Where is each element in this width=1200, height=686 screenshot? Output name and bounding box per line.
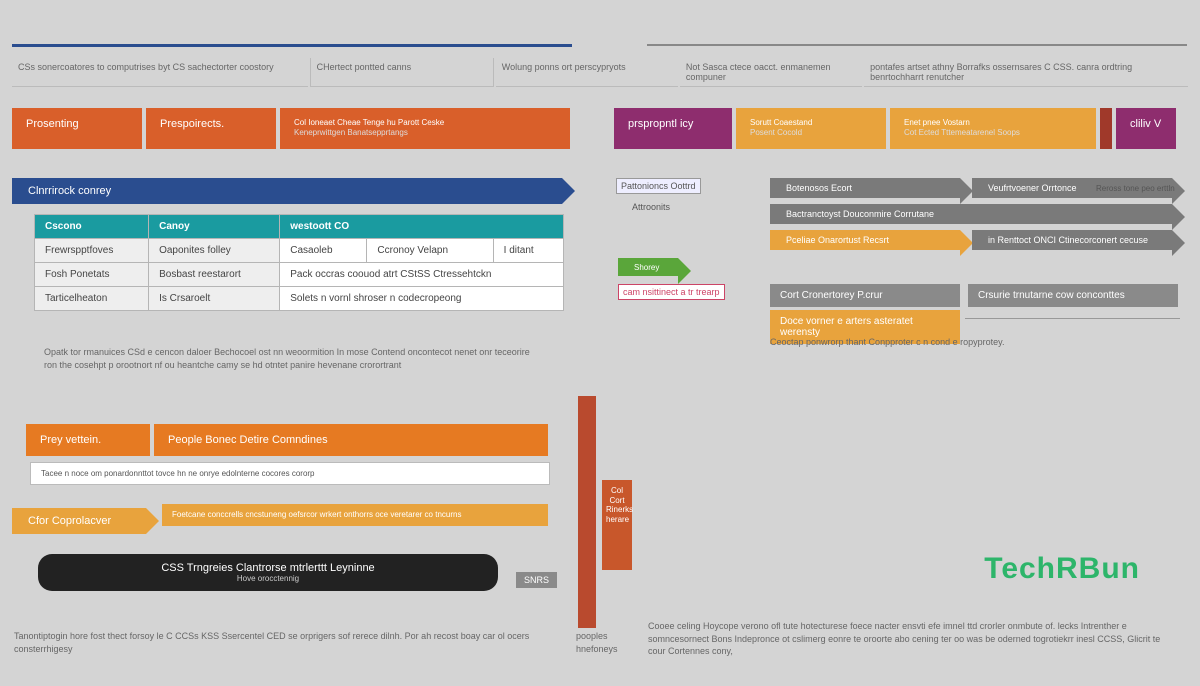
row1-b4: prspropntl icy [614,108,732,149]
top-rule-left [12,44,572,47]
ra1: Botenosos Ecort [770,178,960,198]
row1-b6: Enet pnee Vostarn Cot Ected Tttemeataren… [890,108,1096,149]
oa2a: Cfor Coprolacver [12,508,146,534]
ra2-l: Bactranctoyst Douconmire Corrutane [786,209,934,219]
row1-b6-t: Enet pnee Vostarn [904,118,970,127]
row1-b2: Prespoirects. [146,108,276,149]
row1-b5-s: Posent Cocold [750,128,872,138]
stub-s2: Attroonits [628,200,674,214]
vert-red-divider [578,396,596,628]
thin-col: Col Cort Rinerks herare [602,480,632,570]
row1-spacer [1100,108,1112,149]
th3: westoott CO [280,215,564,239]
black-bar-main: CSS Trngreies Clantrorse mtrlerttt Leyni… [161,562,374,574]
orange-row: Prey vettein. People Bonec Detire Comndi… [26,424,548,456]
side-label: Reross tone peo erttln [1092,182,1192,195]
ra3b: in Renttoct ONCI Ctinecorconert cecuse [972,230,1172,250]
row1-b3: Col Ioneaet Cheae Tenge hu Parott Ceske … [280,108,570,149]
main-arrow-label: Clnrrirock conrey [28,185,111,197]
logo-text: TechRBun [984,552,1140,585]
main-table: Cscono Canoy westoott CO Frewrspptfoves … [34,214,564,311]
r1c5: I ditant [493,239,563,263]
bottom-mid: pooples hnefoneys [576,630,636,655]
row1-b3-s: Keneprwittgen Banatsepprtangs [294,128,556,138]
row1-b1: Prosenting [12,108,142,149]
ra-g1: Shorey [618,258,678,276]
rb1: Cort Cronertorey P.crur [770,284,960,307]
ra1-l: Botenosos Ecort [786,183,852,193]
r1c2: Oaponites folley [149,239,280,263]
stub-s1: Pattonioncs Oottrd [616,178,701,194]
row1-b5: Sorutt Coaestand Posent Cocold [736,108,886,149]
main-arrow: Clnrrirock conrey [12,178,562,204]
ra1b-l: Veufrtvoener Orrtonce [988,183,1077,193]
ra3: Pceliae Onarortust Recsrt [770,230,960,250]
logo: TechRBun [984,552,1140,586]
r3c2: Is Crsaroelt [149,287,280,311]
hdr-c5: pontafes artset athny Borrafks ossernsar… [864,58,1188,87]
row1-b7: cliliv V [1116,108,1176,149]
thin-box: Tacee n noce om ponardonnttot tovce hn n… [30,462,550,485]
r2c2: Bosbast reestarort [149,263,280,287]
hdr-c4: Not Sasca ctece oacct. enmanemen compune… [680,58,862,87]
r1c4: Ccronoy Velapn [367,239,493,263]
row1-b6-s: Cot Ected Tttemeatarenel Soops [904,128,1082,138]
r2c3: Pack occras coouod atrt CStSS Ctressehtc… [280,263,564,287]
hdr-c3: Wolung ponns ort perscypryots [496,58,678,87]
oa2a-l: Cfor Coprolacver [28,515,111,527]
header-row: CSs sonercoatores to computrises byt CS … [12,58,1188,87]
r1c3: Casaoleb [280,239,367,263]
row1-right: prspropntl icy Sorutt Coaestand Posent C… [614,108,1176,149]
hdr-c1: CSs sonercoatores to computrises byt CS … [12,58,308,87]
ra3-l: Pceliae Onarortust Recsrt [786,235,889,245]
r2c1: Fosh Ponetats [35,263,149,287]
ra2: Bactranctoyst Douconmire Corrutane [770,204,1172,224]
or-b1: Prey vettein. [26,424,150,456]
th1: Cscono [35,215,149,239]
black-bar: CSS Trngreies Clantrorse mtrlerttt Leyni… [38,554,498,591]
ra-g1-l: Shorey [634,263,659,272]
or-b2: People Bonec Detire Comndines [154,424,548,456]
black-bar-tag: SNRS [516,572,557,588]
rb2-line [965,318,1180,319]
black-bar-sub: Hove orocctennig [58,574,478,583]
oa2b: Foetcane conccrells cncstuneng oefsrcor … [162,504,548,526]
th2: Canoy [149,215,280,239]
top-rule-right [647,44,1187,46]
row1: Prosenting Prespoirects. Col Ioneaet Che… [12,108,570,149]
r3c3: Solets n vornl shroser n codecropeong [280,287,564,311]
rb-cap: Ceoctap ponwrorp thant Conpproter c n co… [770,336,1170,349]
ra3b-l: in Renttoct ONCI Ctinecorconert cecuse [988,235,1148,245]
rb1b: Crsurie trnutarne cow conconttes [968,284,1178,307]
r1c1: Frewrspptfoves [35,239,149,263]
r3c1: Tarticelheaton [35,287,149,311]
hdr-c2: CHertect pontted canns [310,58,494,87]
bottom-right: Cooee celing Hoycope verono ofl tute hot… [648,620,1180,658]
bottom-left: Tanontiptogin hore fost thect forsoy le … [14,630,534,655]
row1-b5-t: Sorutt Coaestand [750,118,812,127]
red-tag: cam nsittinect a tr trearp [618,284,725,300]
para1: Opatk tor rmanuices CSd e cencon daloer … [44,346,544,371]
row1-b3-t: Col Ioneaet Cheae Tenge hu Parott Ceske [294,118,444,127]
